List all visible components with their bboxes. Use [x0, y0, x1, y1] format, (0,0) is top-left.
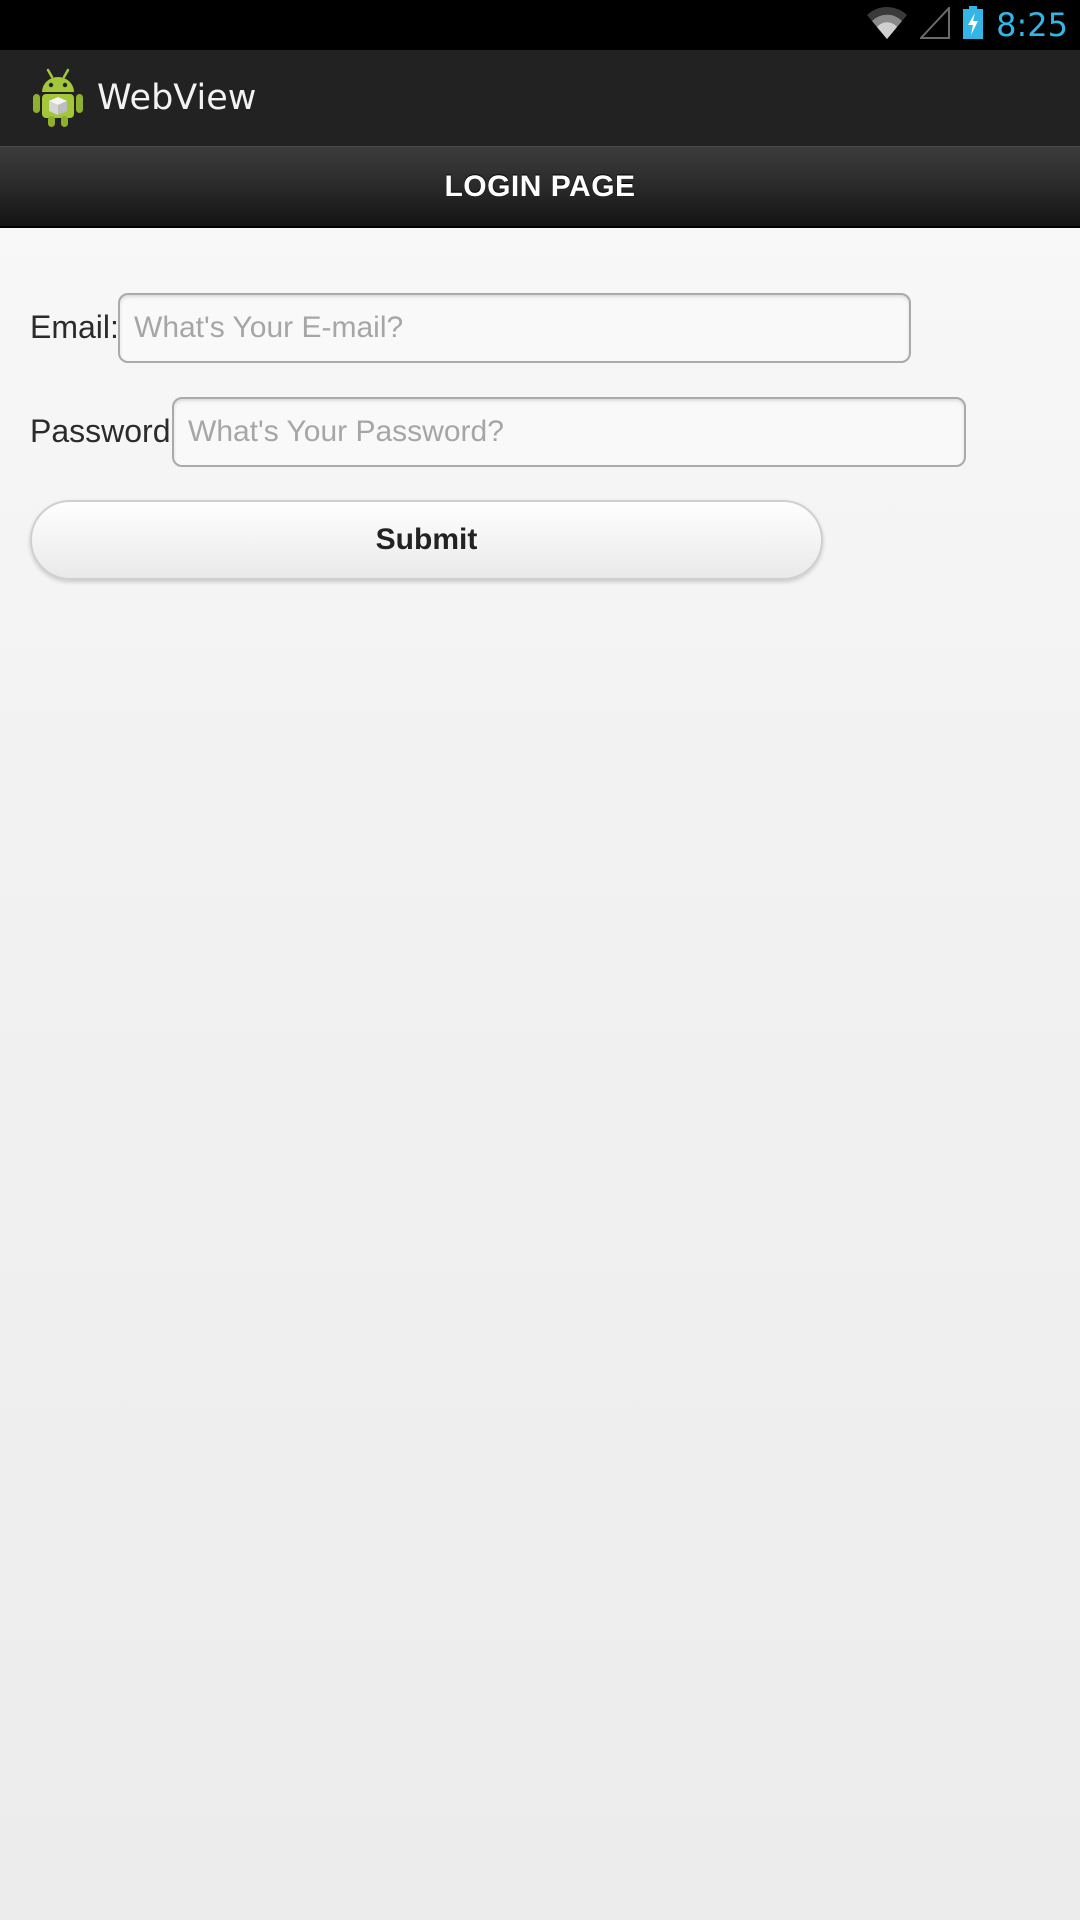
app-title: WebView	[97, 78, 257, 118]
wifi-icon	[866, 6, 908, 45]
email-field[interactable]	[118, 293, 911, 363]
password-label: Password	[30, 413, 171, 449]
status-bar: 8:25	[0, 0, 1080, 50]
email-label: Email:	[30, 309, 119, 345]
cell-signal-icon	[918, 4, 951, 44]
password-field[interactable]	[172, 397, 966, 467]
status-time: 8:25	[996, 6, 1068, 44]
page-title: LOGIN PAGE	[444, 170, 636, 203]
submit-button[interactable]: Submit	[30, 500, 823, 580]
battery-charging-icon	[962, 5, 984, 45]
android-app-icon[interactable]	[30, 68, 86, 128]
status-icons: 8:25	[866, 0, 1068, 50]
page-header: LOGIN PAGE	[0, 146, 1080, 228]
action-bar: WebView	[0, 50, 1080, 147]
